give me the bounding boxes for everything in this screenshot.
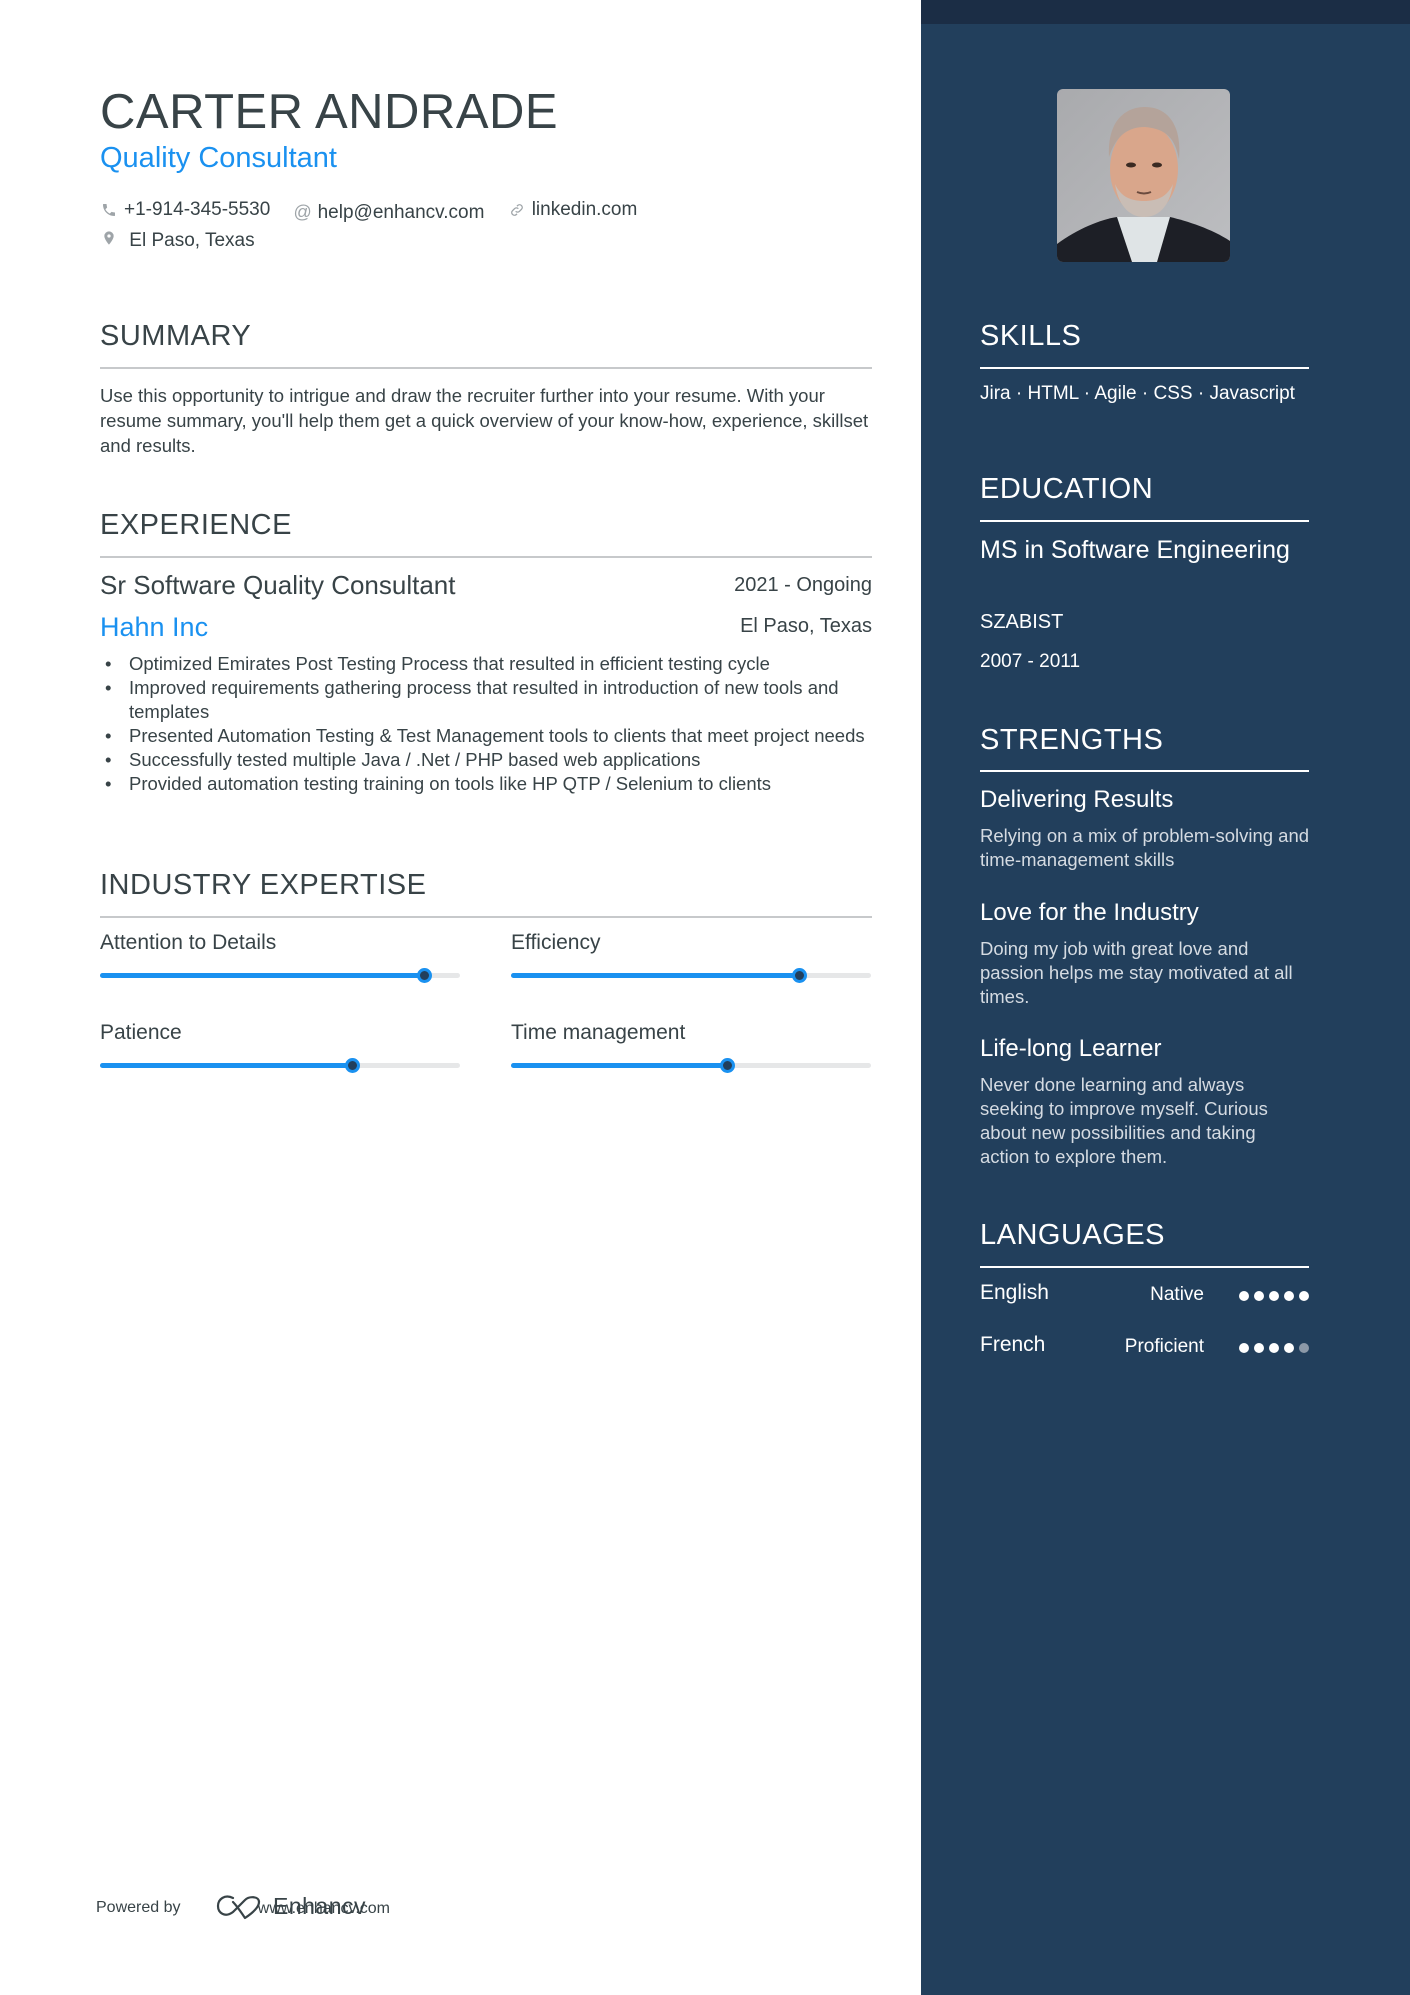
company-name[interactable]: Hahn Inc (100, 612, 208, 643)
contact-email[interactable]: @ help@enhancv.com (293, 199, 485, 227)
expertise-bar-knob (720, 1058, 735, 1073)
contact-phone[interactable]: +1-914-345-5530 (100, 196, 270, 224)
profile-photo (1057, 89, 1230, 262)
link-text: linkedin.com (531, 199, 638, 220)
education-dates: 2007 - 2011 (980, 651, 1081, 672)
skills-list: Jira · HTML · Agile · CSS · Javascript (980, 383, 1295, 404)
expertise-bar-fill (511, 973, 799, 978)
email-text: help@enhancv.com (317, 201, 485, 223)
expertise-heading: INDUSTRY EXPERTISE (100, 869, 427, 901)
job-dates: 2021 - Ongoing (734, 574, 872, 596)
expertise-item: Efficiency (511, 931, 871, 983)
education-school: SZABIST (980, 611, 1064, 633)
expertise-bar-fill (100, 973, 424, 978)
education-heading: EDUCATION (980, 473, 1154, 505)
candidate-role: Quality Consultant (100, 142, 337, 174)
job-location: El Paso, Texas (740, 615, 872, 637)
strength-description: Relying on a mix of problem-solving and … (980, 825, 1310, 870)
phone-icon (100, 201, 118, 219)
location-text: El Paso, Texas (129, 229, 255, 251)
experience-divider (100, 556, 872, 558)
summary-divider (100, 367, 872, 369)
contact-location: El Paso, Texas (100, 229, 802, 257)
skills-heading: SKILLS (980, 320, 1082, 352)
strength-description: Never done learning and always seeking t… (980, 1074, 1268, 1167)
languages-heading: LANGUAGES (980, 1219, 1165, 1251)
language-dot-empty (1299, 1343, 1309, 1353)
strength-title: Life-long Learner (980, 1035, 1162, 1062)
job-title: Sr Software Quality Consultant (100, 570, 456, 600)
link-icon (508, 201, 526, 219)
language-name: English (980, 1281, 1049, 1304)
at-icon: @ (293, 202, 312, 222)
experience-heading: EXPERIENCE (100, 509, 292, 541)
expertise-bar (511, 1058, 871, 1073)
language-row: English Native (980, 1281, 1309, 1311)
expertise-label: Patience (100, 1021, 182, 1044)
language-dot-filled (1284, 1291, 1294, 1301)
expertise-bar-fill (511, 1063, 727, 1068)
contact-info: +1-914-345-5530 @ help@enhancv.com linke… (100, 196, 820, 257)
expertise-item: Time management (511, 1021, 871, 1073)
portrait-image (1057, 89, 1230, 262)
education-divider (980, 520, 1309, 522)
expertise-bar (100, 1058, 460, 1073)
candidate-name: CARTER ANDRADE (100, 85, 559, 139)
strength-title: Love for the Industry (980, 899, 1199, 926)
language-level: Proficient (1124, 1336, 1204, 1357)
education-degree: MS in Software Engineering (980, 536, 1290, 564)
expertise-divider (100, 916, 872, 918)
language-dot-filled (1254, 1343, 1264, 1353)
strength-description: Doing my job with great love and passion… (980, 938, 1293, 1007)
language-row: French Proficient (980, 1333, 1309, 1363)
language-dots (1239, 1343, 1309, 1353)
skills-divider (980, 367, 1309, 369)
expertise-item: Patience (100, 1021, 460, 1073)
strength-title: Delivering Results (980, 786, 1174, 813)
footer-url[interactable]: www.enhancv.com (258, 1900, 390, 1918)
strengths-heading: STRENGTHS (980, 724, 1164, 756)
language-name: French (980, 1333, 1046, 1356)
sidebar-top-strip (921, 0, 1410, 24)
language-dots (1239, 1291, 1309, 1301)
job-bullet: Optimized Emirates Post Testing Process … (100, 652, 872, 676)
main-column: CARTER ANDRADE Quality Consultant +1-914… (0, 0, 921, 1995)
summary-text: Use this opportunity to intrigue and dra… (100, 385, 869, 456)
language-dot-filled (1239, 1343, 1249, 1353)
job-bullet: Provided automation testing training on … (100, 772, 872, 796)
expertise-bar-knob (417, 968, 432, 983)
summary-heading: SUMMARY (100, 320, 252, 352)
language-level: Native (1150, 1284, 1204, 1305)
enhancv-logo-icon (216, 1895, 261, 1920)
expertise-bar-knob (792, 968, 807, 983)
language-dot-filled (1269, 1343, 1279, 1353)
contact-link[interactable]: linkedin.com (508, 196, 638, 224)
languages-divider (980, 1266, 1309, 1268)
expertise-bar (511, 968, 871, 983)
powered-by-label: Powered by (96, 1899, 181, 1916)
expertise-bar-knob (345, 1058, 360, 1073)
job-bullet: Improved requirements gathering process … (100, 676, 872, 724)
language-dot-filled (1239, 1291, 1249, 1301)
language-dot-filled (1254, 1291, 1264, 1301)
expertise-item: Attention to Details (100, 931, 460, 983)
job-bullets: Optimized Emirates Post Testing Process … (100, 652, 872, 796)
expertise-label: Efficiency (511, 931, 601, 954)
expertise-label: Time management (511, 1021, 686, 1044)
expertise-bar (100, 968, 460, 983)
job-bullet: Successfully tested multiple Java / .Net… (100, 748, 872, 772)
language-dot-filled (1299, 1291, 1309, 1301)
phone-text: +1-914-345-5530 (124, 199, 271, 220)
strengths-divider (980, 770, 1309, 772)
expertise-label: Attention to Details (100, 931, 277, 954)
expertise-bar-fill (100, 1063, 352, 1068)
language-dot-filled (1269, 1291, 1279, 1301)
location-pin-icon (100, 229, 118, 247)
job-bullet: Presented Automation Testing & Test Mana… (100, 724, 872, 748)
language-dot-filled (1284, 1343, 1294, 1353)
